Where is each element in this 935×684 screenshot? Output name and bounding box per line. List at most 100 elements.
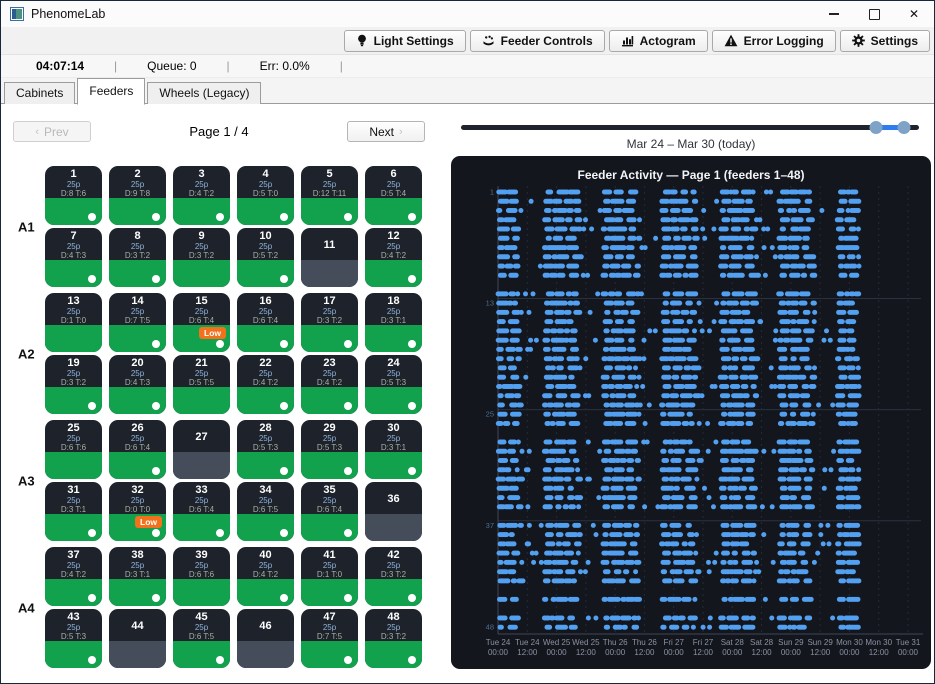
slider-track[interactable] (461, 125, 919, 130)
pellet-count: 25p (237, 180, 294, 189)
feeder-card-6[interactable]: 625pD:5 T:4 (365, 166, 422, 225)
feeder-card-header: 2525pD:6 T:6 (45, 420, 102, 452)
feeder-number: 26 (109, 422, 166, 434)
feeder-card-39[interactable]: 3925pD:6 T:6 (173, 547, 230, 606)
feeder-card-25[interactable]: 2525pD:6 T:6 (45, 420, 102, 479)
svg-text:12:00: 12:00 (634, 648, 655, 657)
tab-cabinets[interactable]: Cabinets (4, 82, 75, 104)
feeder-status-area (365, 325, 422, 352)
feeder-card-32[interactable]: 3225pD:0 T:0Low (109, 482, 166, 541)
feeder-card-4[interactable]: 425pD:5 T:0 (237, 166, 294, 225)
next-page-button[interactable]: Next › (347, 121, 425, 142)
feeder-card-42[interactable]: 4225pD:3 T:2 (365, 547, 422, 606)
feeder-card-3[interactable]: 325pD:4 T:2 (173, 166, 230, 225)
feeder-status-area (301, 260, 358, 287)
pellet-count: 25p (237, 242, 294, 251)
feeder-status-area (301, 641, 358, 668)
slider-handle-end[interactable] (897, 121, 910, 134)
feeder-card-16[interactable]: 1625pD:6 T:4 (237, 293, 294, 352)
feeder-card-22[interactable]: 2225pD:4 T:2 (237, 355, 294, 414)
svg-text:37: 37 (486, 521, 494, 530)
slider-handle-start[interactable] (869, 121, 882, 134)
feeder-card-29[interactable]: 2925pD:5 T:3 (301, 420, 358, 479)
hopper-ok-dot (152, 275, 160, 283)
feeder-card-14[interactable]: 1425pD:7 T:5 (109, 293, 166, 352)
hopper-ok-dot (88, 594, 96, 602)
feeder-card-1[interactable]: 125pD:8 T:6 (45, 166, 102, 225)
feeder-card-30[interactable]: 3025pD:3 T:1 (365, 420, 422, 479)
feeder-card-46[interactable]: 46 (237, 609, 294, 668)
feeder-card-26[interactable]: 2625pD:6 T:4 (109, 420, 166, 479)
feeder-number: 25 (45, 422, 102, 434)
feeder-card-23[interactable]: 2325pD:4 T:2 (301, 355, 358, 414)
feeder-card-10[interactable]: 1025pD:5 T:2 (237, 228, 294, 287)
next-page-label: Next (369, 125, 394, 139)
feeder-number: 32 (109, 484, 166, 496)
feeder-card-40[interactable]: 4025pD:4 T:2 (237, 547, 294, 606)
feeder-controls-button[interactable]: Feeder Controls (470, 30, 605, 52)
svg-text:Wed 25: Wed 25 (572, 638, 600, 647)
actogram-button[interactable]: Actogram (609, 30, 708, 52)
dispense-stats: D:5 T:0 (237, 189, 294, 198)
feeder-card-19[interactable]: 1925pD:3 T:2 (45, 355, 102, 414)
feeder-card-20[interactable]: 2025pD:4 T:3 (109, 355, 166, 414)
pellet-count: 25p (301, 561, 358, 570)
feeder-card-11[interactable]: 11 (301, 228, 358, 287)
feeder-card-17[interactable]: 1725pD:3 T:2 (301, 293, 358, 352)
feeder-card-41[interactable]: 4125pD:1 T:0 (301, 547, 358, 606)
error-logging-button[interactable]: Error Logging (712, 30, 836, 52)
dispense-stats: D:4 T:3 (109, 378, 166, 387)
feeder-card-header: 4725pD:7 T:5 (301, 609, 358, 641)
dispense-stats: D:5 T:4 (365, 189, 422, 198)
feeder-card-9[interactable]: 925pD:3 T:2 (173, 228, 230, 287)
cabinet-label-A4: A4 (18, 600, 35, 615)
feeder-card-34[interactable]: 3425pD:6 T:5 (237, 482, 294, 541)
feeder-card-43[interactable]: 4325pD:5 T:3 (45, 609, 102, 668)
tab-wheels-legacy[interactable]: Wheels (Legacy) (147, 82, 261, 104)
feeder-card-5[interactable]: 525pD:12 T:11 (301, 166, 358, 225)
feeder-status-area (45, 579, 102, 606)
settings-button[interactable]: Settings (840, 30, 930, 52)
feeder-number: 28 (237, 422, 294, 434)
feeder-card-31[interactable]: 3125pD:3 T:1 (45, 482, 102, 541)
feeder-card-header: 725pD:4 T:3 (45, 228, 102, 260)
feeder-card-44[interactable]: 44 (109, 609, 166, 668)
feeder-card-48[interactable]: 4825pD:3 T:2 (365, 609, 422, 668)
dispense-stats: D:6 T:5 (237, 505, 294, 514)
tab-feeders[interactable]: Feeders (77, 78, 145, 105)
feeder-card-18[interactable]: 1825pD:3 T:1 (365, 293, 422, 352)
feeder-card-15[interactable]: 1525pD:6 T:4Low (173, 293, 230, 352)
feeder-card-28[interactable]: 2825pD:5 T:3 (237, 420, 294, 479)
feeder-card-21[interactable]: 2125pD:5 T:5 (173, 355, 230, 414)
feeder-card-38[interactable]: 3825pD:3 T:1 (109, 547, 166, 606)
feeder-card-36[interactable]: 36 (365, 482, 422, 541)
dispense-stats: D:3 T:2 (109, 251, 166, 260)
hopper-ok-dot (152, 529, 160, 537)
feeder-card-47[interactable]: 4725pD:7 T:5 (301, 609, 358, 668)
minimize-button[interactable] (814, 1, 854, 27)
feeder-card-12[interactable]: 1225pD:4 T:2 (365, 228, 422, 287)
hopper-ok-dot (152, 467, 160, 475)
feeder-card-35[interactable]: 3525pD:6 T:4 (301, 482, 358, 541)
hopper-ok-dot (152, 340, 160, 348)
close-button[interactable]: ✕ (894, 1, 934, 27)
hopper-ok-dot (216, 656, 224, 664)
feeder-card-13[interactable]: 1325pD:1 T:0 (45, 293, 102, 352)
prev-page-button[interactable]: ‹ Prev (13, 121, 91, 142)
feeder-card-37[interactable]: 3725pD:4 T:2 (45, 547, 102, 606)
dispense-stats: D:1 T:0 (301, 570, 358, 579)
feeder-card-33[interactable]: 3325pD:6 T:4 (173, 482, 230, 541)
feeder-card-24[interactable]: 2425pD:5 T:3 (365, 355, 422, 414)
feeder-card-2[interactable]: 225pD:9 T:8 (109, 166, 166, 225)
feeder-card-8[interactable]: 825pD:3 T:2 (109, 228, 166, 287)
feeder-card-45[interactable]: 4525pD:6 T:5 (173, 609, 230, 668)
maximize-button[interactable] (854, 1, 894, 27)
light-settings-button[interactable]: Light Settings (344, 30, 466, 52)
hopper-ok-dot (408, 213, 416, 221)
feeder-card-27[interactable]: 27 (173, 420, 230, 479)
hopper-ok-dot (344, 594, 352, 602)
hopper-ok-dot (344, 656, 352, 664)
feeder-card-7[interactable]: 725pD:4 T:3 (45, 228, 102, 287)
clock-readout: 04:07:14 (36, 59, 84, 73)
warning-icon (724, 34, 738, 47)
